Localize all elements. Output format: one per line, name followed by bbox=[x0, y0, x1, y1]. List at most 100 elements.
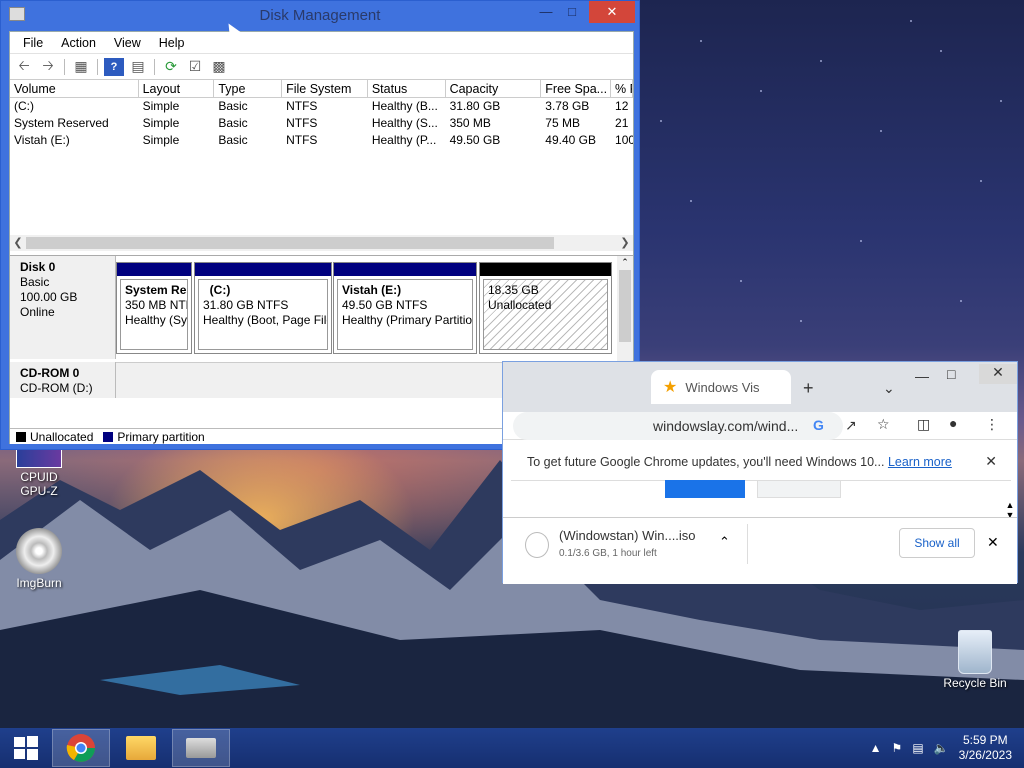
partition-status: Unallocated bbox=[488, 298, 552, 312]
partition-name: System Res bbox=[125, 283, 188, 297]
show-hide-tree-icon[interactable]: ▦ bbox=[71, 58, 91, 76]
google-icon[interactable]: G bbox=[813, 417, 824, 433]
disk-0-row[interactable]: Disk 0 Basic 100.00 GB Online System Res… bbox=[10, 256, 615, 359]
download-name[interactable]: (Windowstan) Win....iso bbox=[559, 528, 696, 543]
address-bar[interactable]: windowslay.com/wind... bbox=[513, 412, 843, 440]
taskbar-file-explorer[interactable] bbox=[112, 729, 170, 767]
page-scrollbar[interactable]: ▲ ▼ bbox=[1003, 500, 1017, 520]
star-icon: ★ bbox=[663, 379, 678, 396]
accept-button-partial[interactable] bbox=[665, 480, 745, 498]
partition-c[interactable]: (C:) 31.80 GB NTFS Healthy (Boot, Page Fil… bbox=[194, 262, 332, 354]
volume-muted-icon[interactable]: 🔈 bbox=[934, 741, 949, 755]
recycle-bin-desktop-icon[interactable]: Recycle Bin bbox=[940, 630, 1010, 690]
partition-e[interactable]: Vistah (E:) 49.50 GB NTFS Healthy (Primary… bbox=[333, 262, 477, 354]
menu-view[interactable]: View bbox=[105, 36, 150, 50]
help-icon[interactable]: ? bbox=[104, 57, 124, 76]
maximize-button[interactable]: □ bbox=[557, 1, 587, 23]
windows-logo-icon bbox=[14, 736, 38, 760]
close-button[interactable]: ✕ bbox=[589, 1, 635, 23]
scroll-left-icon[interactable]: ❮ bbox=[10, 235, 26, 251]
col-file-system[interactable]: File System bbox=[282, 80, 368, 97]
volume-layout: Simple bbox=[142, 133, 180, 147]
minimize-button[interactable]: — bbox=[915, 368, 929, 384]
bookmark-star-icon[interactable]: ☆ bbox=[877, 416, 890, 433]
menu-file[interactable]: File bbox=[14, 36, 52, 50]
learn-more-link[interactable]: Learn more bbox=[888, 455, 952, 469]
toolbar: 🡠 🡢 ▦ ? ▤ ⟳ ☑ ▩ bbox=[10, 54, 633, 80]
scroll-right-icon[interactable]: ❯ bbox=[617, 235, 633, 251]
cdrom-0-label[interactable]: CD-ROM 0 CD-ROM (D:) bbox=[10, 362, 116, 398]
close-button[interactable]: ✕ bbox=[979, 364, 1017, 384]
side-panel-icon[interactable]: ◫ bbox=[917, 416, 930, 433]
profile-icon[interactable]: ● bbox=[949, 415, 957, 431]
close-shelf-icon[interactable]: ✕ bbox=[987, 534, 999, 551]
cdrom-name: CD-ROM 0 bbox=[20, 366, 80, 380]
menu-action[interactable]: Action bbox=[52, 36, 105, 50]
col-type[interactable]: Type bbox=[214, 80, 283, 97]
volume-row[interactable]: System Reserved Simple Basic NTFS Health… bbox=[10, 115, 633, 132]
col-percent-free[interactable]: % F bbox=[611, 80, 633, 97]
volume-list-header: Volume Layout Type File System Status Ca… bbox=[10, 80, 633, 98]
menu-help[interactable]: Help bbox=[150, 36, 194, 50]
forward-icon[interactable]: 🡢 bbox=[38, 57, 58, 76]
gpu-z-label: CPUID GPU-Z bbox=[20, 470, 58, 498]
network-icon[interactable]: ▤ bbox=[912, 741, 923, 755]
unallocated-swatch bbox=[16, 431, 26, 442]
url-text: windowslay.com/wind... bbox=[653, 418, 799, 434]
decline-button-partial[interactable] bbox=[757, 480, 841, 498]
disk-0-type: Basic bbox=[20, 275, 50, 289]
chevron-up-icon[interactable]: ⌃ bbox=[719, 534, 730, 550]
volume-name: System Reserved bbox=[14, 116, 109, 130]
scroll-thumb[interactable] bbox=[619, 270, 631, 342]
partition-unallocated[interactable]: 18.35 GB Unallocated bbox=[479, 262, 612, 354]
menu-bar: File Action View Help bbox=[10, 32, 633, 54]
col-volume[interactable]: Volume bbox=[10, 80, 139, 97]
col-free-space[interactable]: Free Spa... bbox=[541, 80, 612, 97]
tab-windows-vista[interactable]: ★ Windows Vis bbox=[651, 370, 791, 404]
col-capacity[interactable]: Capacity bbox=[446, 80, 542, 97]
volume-capacity: 31.80 GB bbox=[449, 99, 501, 113]
tab-search-icon[interactable]: ⌄ bbox=[883, 380, 895, 397]
horizontal-scrollbar[interactable]: ❮ ❯ bbox=[10, 235, 633, 251]
taskbar-disk-management[interactable] bbox=[172, 729, 230, 767]
volume-free: 49.40 GB bbox=[545, 133, 596, 147]
volume-fs: NTFS bbox=[286, 116, 318, 130]
volume-free: 75 MB bbox=[545, 116, 580, 130]
back-icon[interactable]: 🡠 bbox=[14, 57, 34, 76]
share-icon[interactable]: ↗ bbox=[845, 417, 857, 434]
show-hidden-icons-icon[interactable]: ▲ bbox=[870, 741, 882, 755]
close-infobar-icon[interactable]: ✕ bbox=[985, 453, 997, 470]
partition-system-reserved[interactable]: System Res 350 MB NTF Healthy (Sys bbox=[116, 262, 192, 354]
scroll-up-icon[interactable]: ⌃ bbox=[617, 256, 633, 268]
volume-type: Basic bbox=[218, 99, 248, 113]
volume-status: Healthy (B... bbox=[371, 99, 438, 113]
volume-row[interactable]: Vistah (E:) Simple Basic NTFS Healthy (P… bbox=[10, 132, 633, 149]
volume-row[interactable]: (C:) Simple Basic NTFS Healthy (B... 31.… bbox=[10, 98, 633, 115]
disk-0-label[interactable]: Disk 0 Basic 100.00 GB Online bbox=[10, 256, 116, 359]
scroll-thumb[interactable] bbox=[26, 237, 554, 249]
col-status[interactable]: Status bbox=[368, 80, 446, 97]
check-icon[interactable]: ☑ bbox=[185, 58, 205, 76]
tab-title: Windows Vis bbox=[685, 379, 760, 395]
refresh-icon[interactable]: ⟳ bbox=[161, 58, 181, 76]
show-all-button[interactable]: Show all bbox=[899, 528, 975, 558]
start-button[interactable] bbox=[2, 729, 50, 767]
col-layout[interactable]: Layout bbox=[139, 80, 215, 97]
menu-icon[interactable]: ⋮ bbox=[985, 416, 999, 433]
clock[interactable]: 5:59 PM 3/26/2023 bbox=[959, 733, 1012, 763]
chrome-window[interactable]: — □ ✕ ★ Windows Vis + ⌄ windowslay.com/w… bbox=[502, 361, 1018, 584]
partition-status: Healthy (Primary Partitio bbox=[342, 313, 473, 327]
volume-capacity: 350 MB bbox=[449, 116, 491, 130]
volume-fs: NTFS bbox=[286, 99, 318, 113]
action-center-flag-icon[interactable]: ⚑ bbox=[892, 741, 903, 755]
taskbar-chrome[interactable] bbox=[52, 729, 110, 767]
maximize-button[interactable]: □ bbox=[947, 366, 955, 382]
new-tab-button[interactable]: + bbox=[803, 378, 814, 399]
imgburn-desktop-icon[interactable]: ImgBurn bbox=[4, 528, 74, 590]
volume-status: Healthy (P... bbox=[371, 133, 437, 147]
settings-icon[interactable]: ▩ bbox=[209, 58, 229, 76]
volume-list: Volume Layout Type File System Status Ca… bbox=[10, 80, 633, 256]
title-bar[interactable]: Disk Management — □ ✕ bbox=[1, 1, 639, 31]
volume-free: 3.78 GB bbox=[545, 99, 590, 113]
properties-icon[interactable]: ▤ bbox=[128, 58, 148, 76]
